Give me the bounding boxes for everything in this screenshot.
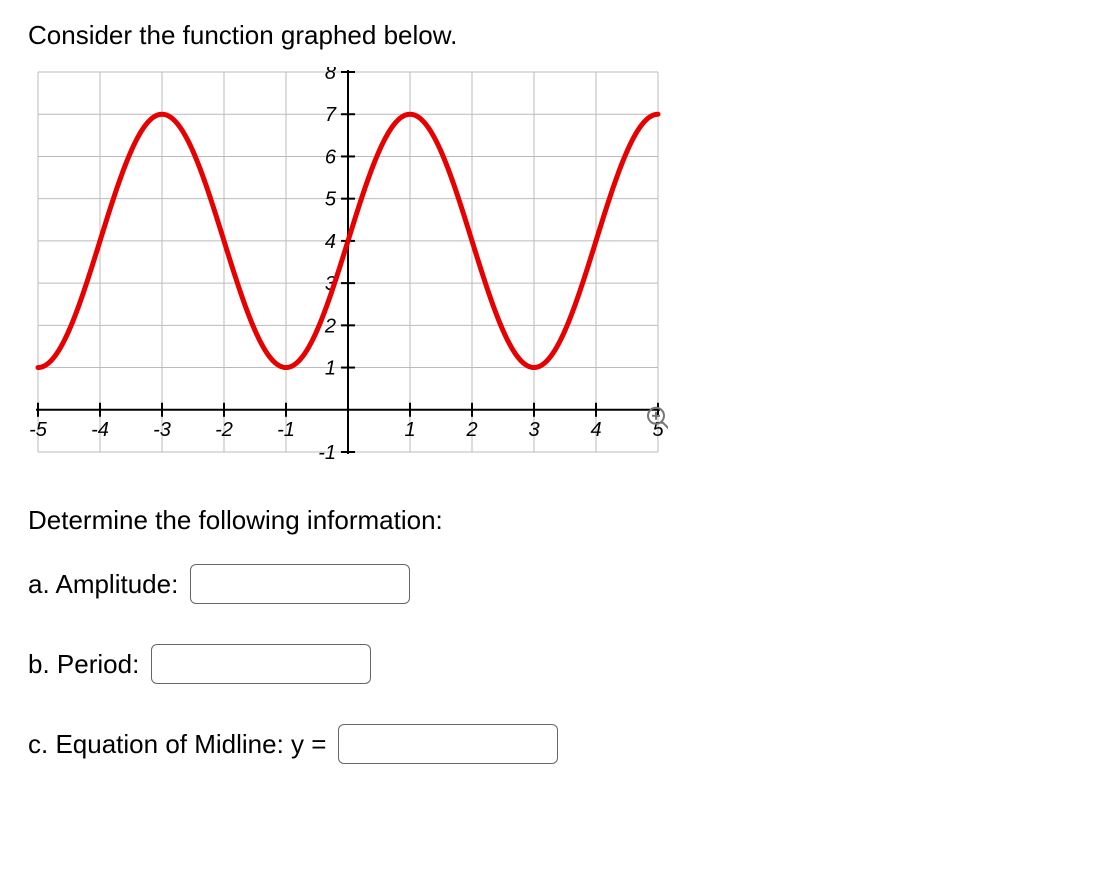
question-b-label: b. Period: xyxy=(28,649,139,680)
period-input[interactable] xyxy=(151,644,371,684)
svg-text:5: 5 xyxy=(325,189,337,211)
question-a-label: a. Amplitude: xyxy=(28,569,178,600)
svg-text:4: 4 xyxy=(325,231,336,253)
midline-input[interactable] xyxy=(338,724,558,764)
svg-text:2: 2 xyxy=(465,419,477,441)
question-b-row: b. Period: xyxy=(28,644,1092,684)
svg-text:7: 7 xyxy=(325,104,337,126)
amplitude-input[interactable] xyxy=(190,564,410,604)
svg-text:-1: -1 xyxy=(277,419,295,441)
svg-text:1: 1 xyxy=(404,419,415,441)
svg-text:6: 6 xyxy=(325,146,337,168)
function-graph: -5-4-3-2-112345-112345678 xyxy=(28,67,1092,477)
question-c-row: c. Equation of Midline: y = xyxy=(28,724,1092,764)
svg-text:-5: -5 xyxy=(29,419,48,441)
question-c-label: c. Equation of Midline: y = xyxy=(28,729,326,760)
svg-text:1: 1 xyxy=(325,358,336,380)
svg-text:8: 8 xyxy=(325,67,336,84)
svg-text:4: 4 xyxy=(590,419,601,441)
question-prompt: Consider the function graphed below. xyxy=(28,20,1092,51)
question-a-row: a. Amplitude: xyxy=(28,564,1092,604)
svg-text:-3: -3 xyxy=(153,419,171,441)
svg-text:2: 2 xyxy=(324,315,336,337)
svg-text:-2: -2 xyxy=(215,419,233,441)
sub-prompt: Determine the following information: xyxy=(28,505,1092,536)
svg-text:3: 3 xyxy=(528,419,539,441)
svg-text:-4: -4 xyxy=(91,419,109,441)
svg-text:-1: -1 xyxy=(318,442,336,464)
